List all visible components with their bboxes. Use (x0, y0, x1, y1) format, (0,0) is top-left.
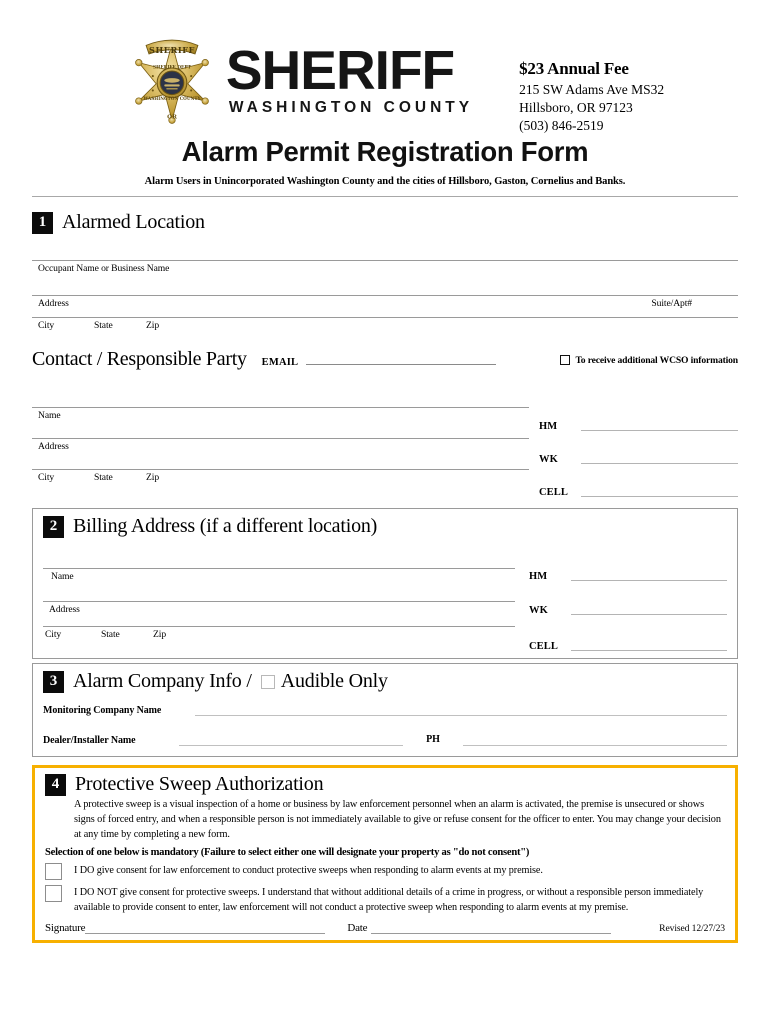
contact-title: Contact / Responsible Party (32, 348, 247, 370)
wcso-information-checkbox[interactable] (560, 355, 571, 365)
address-line-2: Hillsboro, OR 97123 (519, 100, 633, 116)
dealer-installer-label: Dealer/Installer Name (43, 735, 136, 746)
monitoring-company-input[interactable] (195, 705, 727, 716)
state-label: State (94, 320, 113, 331)
badge-banner: SHERIFF (145, 39, 199, 55)
section-protective-sweep-authorization: 4 Protective Sweep Authorization A prote… (32, 765, 738, 944)
occupant-name-label: Occupant Name or Business Name (38, 263, 170, 274)
section-4-number: 4 (45, 773, 66, 796)
billing-hm-label: HM (529, 571, 548, 582)
dealer-installer-input[interactable] (179, 735, 403, 746)
billing-state-label: State (101, 629, 120, 640)
address-line-1: 215 SW Adams Ave MS32 (519, 82, 665, 98)
section-2-title: Billing Address (if a different location… (73, 515, 378, 537)
email-input[interactable] (306, 353, 497, 365)
billing-wk-label: WK (529, 605, 548, 616)
billing-hm-input[interactable] (571, 580, 727, 581)
svg-text:OR: OR (167, 114, 177, 120)
signature-input[interactable] (85, 921, 326, 935)
billing-address-label: Address (49, 604, 80, 615)
consent-no-label: I DO NOT give consent for protective swe… (74, 886, 704, 913)
divider-top (32, 196, 738, 197)
contact-cell-label: CELL (539, 487, 568, 498)
section-alarm-company-info: 3 Alarm Company Info / Audible Only Moni… (32, 663, 738, 757)
contact-name-label: Name (38, 410, 61, 421)
fee-and-address-block: $23 Annual Fee 215 SW Adams Ave MS32 Hil… (519, 30, 664, 135)
svg-text:SHERIFF: SHERIFF (149, 45, 195, 55)
zip-label: Zip (146, 320, 160, 331)
revised-date-text: Revised 12/27/23 (659, 923, 725, 935)
section-4-title: Protective Sweep Authorization (75, 773, 324, 795)
contact-state-label: State (94, 472, 113, 483)
billing-phone-group: HM WK CELL (515, 542, 727, 654)
sheriff-badge-icon: SHERIFF OR SHERIFF DEPT WASHINGTON COUNT… (135, 39, 209, 124)
dealer-ph-input[interactable] (463, 735, 727, 746)
contact-phone-group: HM WK CELL (529, 387, 738, 500)
billing-cell-input[interactable] (571, 650, 727, 651)
consent-no-row[interactable]: I DO NOT give consent for protective swe… (45, 884, 725, 916)
billing-name-label: Name (51, 571, 74, 582)
contact-cell-input[interactable] (581, 496, 738, 497)
consent-yes-checkbox[interactable] (45, 862, 62, 880)
page-header: SHERIFF OR SHERIFF DEPT WASHINGTON COUNT… (0, 0, 770, 133)
alarm-permit-registration-form: SHERIFF OR SHERIFF DEPT WASHINGTON COUNT… (0, 0, 770, 1024)
contact-hm-input[interactable] (581, 430, 738, 431)
wordmark-sheriff: SHERIFF (225, 39, 455, 102)
section-3-title: Alarm Company Info / (73, 670, 252, 692)
dealer-ph-label: PH (426, 734, 440, 745)
contact-hm-label: HM (539, 421, 558, 432)
contact-zip-label: Zip (146, 472, 160, 483)
city-label: City (38, 320, 55, 331)
consent-no-checkbox[interactable] (45, 884, 62, 902)
svg-text:WASHINGTON COUNTY: WASHINGTON COUNTY (142, 96, 201, 101)
phone-number: (503) 846-2519 (519, 118, 604, 134)
section-2-number: 2 (43, 515, 64, 538)
svg-text:SHERIFF DEPT: SHERIFF DEPT (153, 65, 192, 70)
annual-fee-text: $23 Annual Fee (519, 59, 629, 78)
sheriff-logo: SHERIFF OR SHERIFF DEPT WASHINGTON COUNT… (124, 30, 473, 126)
section-billing-address: 2 Billing Address (if a different locati… (32, 508, 738, 659)
contact-address-label: Address (38, 441, 69, 452)
audible-only-label: Audible Only (280, 670, 388, 692)
email-label: EMAIL (261, 357, 299, 368)
wcso-information-label: To receive additional WCSO information (575, 354, 738, 366)
section-3-number: 3 (43, 670, 64, 693)
page-subtitle: Alarm Users in Unincorporated Washington… (144, 176, 626, 187)
section-alarmed-location: 1 Alarmed Location Occupant Name or Busi… (32, 204, 738, 338)
date-input[interactable] (371, 921, 612, 935)
wordmark-county: WASHINGTON COUNTY (228, 98, 474, 116)
section-1-title: Alarmed Location (62, 211, 205, 233)
contact-wk-label: WK (539, 454, 558, 465)
contact-city-label: City (38, 472, 55, 483)
consent-yes-row[interactable]: I DO give consent for law enforcement to… (45, 862, 725, 880)
section-contact-responsible-party: Contact / Responsible Party EMAIL To rec… (32, 348, 738, 500)
page-title: Alarm Permit Registration Form (181, 136, 589, 167)
audible-only-checkbox[interactable] (260, 674, 275, 689)
date-label: Date (347, 922, 368, 935)
billing-cell-label: CELL (529, 641, 558, 652)
address-label: Address (38, 298, 69, 309)
consent-yes-label: I DO give consent for law enforcement to… (74, 864, 543, 876)
protective-sweep-description: A protective sweep is a visual inspectio… (74, 799, 721, 840)
billing-city-label: City (45, 629, 62, 640)
billing-zip-label: Zip (153, 629, 167, 640)
suite-apt-label: Suite/Apt# (651, 298, 692, 309)
monitoring-company-label: Monitoring Company Name (43, 705, 162, 716)
mandatory-selection-note: Selection of one below is mandatory (Fai… (45, 846, 530, 858)
billing-wk-input[interactable] (571, 614, 727, 615)
contact-wk-input[interactable] (581, 463, 738, 464)
section-1-number: 1 (32, 211, 53, 234)
signature-label: Signature (45, 922, 86, 935)
